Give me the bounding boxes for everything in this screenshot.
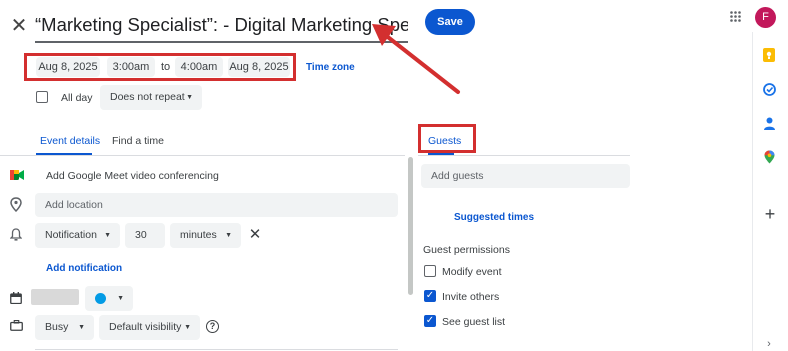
guests-divider (418, 155, 630, 156)
modify-event-label: Modify event (442, 266, 502, 278)
invite-others-checkbox[interactable]: ✓ (424, 290, 436, 302)
add-guests-input[interactable]: Add guests (421, 164, 630, 188)
tasks-icon[interactable] (763, 83, 776, 96)
red-arrow-annotation (372, 24, 460, 94)
notification-type-value: Notification (45, 229, 97, 241)
start-time-chip[interactable]: 3:00am (107, 57, 155, 77)
caret-down-icon: ▼ (104, 232, 111, 239)
event-color-swatch (95, 293, 106, 304)
availability-value: Busy (45, 321, 69, 333)
calendar-owner-redacted[interactable] (31, 289, 79, 305)
repeat-value: Does not repeat (110, 91, 185, 103)
suggested-times-link[interactable]: Suggested times (454, 211, 534, 225)
visibility-dropdown[interactable]: Default visibility ▼ (99, 315, 200, 340)
account-avatar[interactable]: F (755, 7, 776, 28)
all-day-label: All day (61, 92, 93, 104)
notification-unit-dropdown[interactable]: minutes ▼ (170, 223, 241, 248)
details-scrollbar[interactable] (408, 157, 413, 295)
bottom-divider (35, 349, 398, 350)
keep-icon[interactable] (763, 48, 775, 62)
time-zone-link[interactable]: Time zone (306, 61, 366, 75)
end-time-chip[interactable]: 4:00am (175, 57, 223, 77)
contacts-icon[interactable] (764, 117, 775, 130)
briefcase-icon (10, 320, 23, 331)
tab-find-a-time[interactable]: Find a time (112, 134, 164, 148)
tab-event-details[interactable]: Event details (40, 134, 100, 148)
caret-down-icon: ▼ (225, 232, 232, 239)
caret-down-icon: ▼ (117, 295, 124, 302)
notification-type-dropdown[interactable]: Notification ▼ (35, 223, 120, 248)
availability-dropdown[interactable]: Busy ▼ (35, 315, 94, 340)
tab-guests[interactable]: Guests (428, 134, 461, 148)
see-guest-list-checkbox[interactable]: ✓ (424, 315, 436, 327)
close-icon[interactable]: ✕ (9, 14, 29, 38)
visibility-value: Default visibility (109, 321, 182, 333)
event-title-input[interactable]: “Marketing Specialist”: - Digital Market… (35, 11, 408, 43)
notification-unit-value: minutes (180, 229, 217, 241)
guest-permissions-title: Guest permissions (423, 244, 510, 256)
remove-notification-icon[interactable]: ✕ (248, 227, 262, 243)
location-input[interactable]: Add location (35, 193, 398, 217)
add-addon-icon[interactable]: + (762, 205, 778, 223)
start-date-chip[interactable]: Aug 8, 2025 (36, 57, 100, 77)
bell-icon (10, 228, 22, 241)
caret-down-icon: ▼ (78, 324, 85, 331)
event-color-dropdown[interactable]: ▼ (85, 286, 133, 311)
add-meet-link[interactable]: Add Google Meet video conferencing (46, 169, 219, 183)
caret-down-icon: ▼ (186, 94, 193, 101)
side-panel-rail (752, 32, 788, 351)
modify-event-checkbox[interactable] (424, 265, 436, 277)
see-guest-list-label: See guest list (442, 316, 506, 328)
notification-amount-input[interactable]: 30 (125, 223, 165, 248)
google-meet-icon (10, 170, 24, 180)
calendar-icon (10, 292, 22, 304)
all-day-checkbox[interactable] (36, 91, 48, 103)
maps-icon[interactable] (764, 150, 775, 164)
add-notification-link[interactable]: Add notification (46, 262, 122, 276)
to-label: to (161, 61, 171, 73)
apps-grid-icon[interactable] (730, 11, 741, 22)
repeat-dropdown[interactable]: Does not repeat ▼ (100, 85, 202, 110)
end-date-chip[interactable]: Aug 8, 2025 (228, 57, 290, 77)
invite-others-label: Invite others (442, 291, 500, 303)
chevron-right-icon[interactable]: › (764, 338, 774, 350)
help-icon[interactable]: ? (206, 320, 219, 333)
location-pin-icon (10, 197, 22, 212)
caret-down-icon: ▼ (184, 324, 191, 331)
tabs-divider (0, 155, 405, 156)
notification-amount-value: 30 (135, 229, 147, 241)
